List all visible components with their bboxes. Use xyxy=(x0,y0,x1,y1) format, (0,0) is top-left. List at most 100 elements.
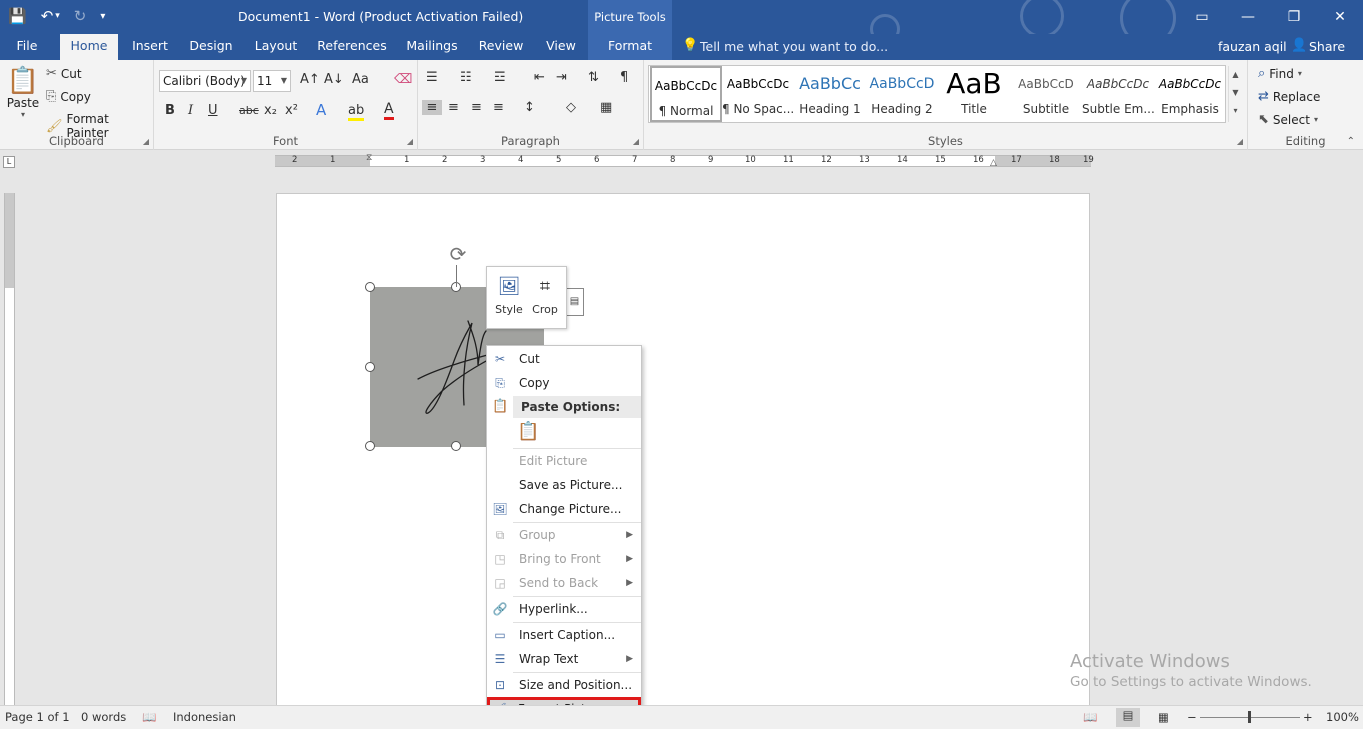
style-normal[interactable]: AaBbCcDc ¶ Normal xyxy=(650,66,722,122)
word-count[interactable]: 0 words xyxy=(81,710,126,724)
tab-design[interactable]: Design xyxy=(184,34,238,60)
resize-handle-s[interactable] xyxy=(451,441,461,451)
show-formatting-icon[interactable]: ¶ xyxy=(620,70,628,85)
shrink-font-icon[interactable]: A↓ xyxy=(324,72,344,87)
highlight-icon[interactable]: ab xyxy=(348,103,365,121)
language-indicator[interactable]: Indonesian xyxy=(173,710,236,724)
replace-button[interactable]: ⇄ Replace xyxy=(1258,89,1320,104)
menu-item-size-and-position[interactable]: ⊡ Size and Position... xyxy=(487,673,641,697)
share-button[interactable]: Share xyxy=(1309,39,1345,54)
dialog-launcher-icon[interactable]: ◢ xyxy=(633,137,639,146)
customize-qat-icon[interactable]: ▾ xyxy=(100,11,105,22)
find-button[interactable]: ⌕ Find ▾ xyxy=(1258,66,1302,81)
print-layout-icon[interactable]: ▤ xyxy=(1116,708,1140,727)
undo-icon[interactable]: ↶ xyxy=(41,7,54,25)
style-button[interactable]: 🖼 Style xyxy=(491,273,527,316)
menu-item-cut[interactable]: ✂ Cut xyxy=(487,347,641,371)
tab-review[interactable]: Review xyxy=(474,34,528,60)
line-spacing-icon[interactable]: ↕ xyxy=(524,100,535,115)
tab-insert[interactable]: Insert xyxy=(126,34,174,60)
tab-format[interactable]: Format xyxy=(588,34,672,60)
layout-options-icon[interactable]: ▤ xyxy=(565,288,584,316)
font-size-combo[interactable]: 11 ▼ xyxy=(253,70,291,92)
justify-icon[interactable]: ≡ xyxy=(493,100,504,115)
styles-scroll[interactable]: ▲ ▼ ▾ xyxy=(1228,66,1242,122)
style-title[interactable]: AaB Title xyxy=(938,66,1010,122)
vertical-ruler[interactable] xyxy=(4,193,15,705)
align-right-icon[interactable]: ≡ xyxy=(471,100,482,115)
horizontal-ruler[interactable]: 2 1 1 2 3 4 5 6 7 8 9 10 11 12 13 14 15 … xyxy=(275,153,1094,168)
read-mode-icon[interactable]: 📖 xyxy=(1083,710,1097,724)
maximize-icon[interactable]: ❐ xyxy=(1271,0,1317,34)
font-name-combo[interactable]: Calibri (Body) ▼ xyxy=(159,70,251,92)
style-subtitle[interactable]: AaBbCcD Subtitle xyxy=(1010,66,1082,122)
grow-font-icon[interactable]: A↑ xyxy=(300,72,320,87)
superscript-icon[interactable]: x² xyxy=(285,103,298,118)
undo-dropdown-icon[interactable]: ▾ xyxy=(55,11,60,21)
document-page[interactable] xyxy=(276,193,1090,708)
tab-selector[interactable]: L xyxy=(3,156,15,168)
select-button[interactable]: ⬉ Select ▾ xyxy=(1258,112,1318,127)
zoom-out-button[interactable]: − xyxy=(1187,710,1197,724)
numbering-icon[interactable]: ☷ xyxy=(460,70,472,85)
tell-me-search[interactable]: Tell me what you want to do... xyxy=(700,39,888,54)
collapse-ribbon-icon[interactable]: ⌃ xyxy=(1347,136,1355,147)
increase-indent-icon[interactable]: ⇥ xyxy=(556,70,567,85)
zoom-slider-thumb[interactable] xyxy=(1248,711,1251,723)
zoom-level[interactable]: 100% xyxy=(1326,710,1359,724)
cut-button[interactable]: ✂ Cut xyxy=(46,66,82,81)
menu-item-save-as-picture[interactable]: Save as Picture... xyxy=(487,473,641,497)
decrease-indent-icon[interactable]: ⇤ xyxy=(534,70,545,85)
multilevel-list-icon[interactable]: ☲ xyxy=(494,70,506,85)
sort-icon[interactable]: ⇅ xyxy=(588,70,599,85)
font-color-icon[interactable]: A xyxy=(384,101,394,120)
dialog-launcher-icon[interactable]: ◢ xyxy=(1237,137,1243,146)
bold-icon[interactable]: B xyxy=(165,103,175,118)
ribbon-display-options-icon[interactable]: ▭ xyxy=(1179,0,1225,34)
style-heading-2[interactable]: AaBbCcD Heading 2 xyxy=(866,66,938,122)
style-no-spacing[interactable]: AaBbCcDc ¶ No Spac... xyxy=(722,66,794,122)
menu-item-hyperlink[interactable]: 🔗 Hyperlink... xyxy=(487,597,641,621)
resize-handle-sw[interactable] xyxy=(365,441,375,451)
redo-icon[interactable]: ↻ xyxy=(74,7,87,25)
strikethrough-icon[interactable]: abc xyxy=(239,104,259,117)
clear-formatting-icon[interactable]: ⌫ xyxy=(394,72,412,87)
align-left-icon[interactable]: ≡ xyxy=(422,100,442,115)
paste-keep-source-icon[interactable]: 📋 xyxy=(517,420,541,444)
copy-button[interactable]: ⎘ Copy xyxy=(46,89,91,104)
tab-mailings[interactable]: Mailings xyxy=(400,34,464,60)
save-icon[interactable]: 💾 xyxy=(8,7,27,25)
close-icon[interactable]: ✕ xyxy=(1317,0,1363,34)
indent-marker-icon[interactable]: ⧖ xyxy=(366,153,372,163)
tab-view[interactable]: View xyxy=(538,34,584,60)
tab-file[interactable]: File xyxy=(8,34,46,60)
paste-button[interactable]: 📋 Paste ▾ xyxy=(6,66,40,119)
change-case-icon[interactable]: Aa xyxy=(352,72,369,87)
italic-icon[interactable]: I xyxy=(188,103,193,118)
borders-icon[interactable]: ▦ xyxy=(600,100,612,115)
dialog-launcher-icon[interactable]: ◢ xyxy=(407,137,413,146)
underline-icon[interactable]: U xyxy=(208,103,218,118)
shading-icon[interactable]: ◇ xyxy=(566,100,576,115)
proofing-icon[interactable]: 📖 xyxy=(142,710,156,724)
subscript-icon[interactable]: x₂ xyxy=(264,103,277,118)
resize-handle-w[interactable] xyxy=(365,362,375,372)
style-heading-1[interactable]: AaBbCc Heading 1 xyxy=(794,66,866,122)
crop-button[interactable]: ⌗ Crop xyxy=(527,273,563,316)
bullets-icon[interactable]: ☰ xyxy=(426,70,438,85)
align-center-icon[interactable]: ≡ xyxy=(448,100,459,115)
menu-item-wrap-text[interactable]: ☰ Wrap Text ▶ xyxy=(487,647,641,671)
rotate-handle-icon[interactable]: ⟳ xyxy=(446,242,470,266)
menu-item-change-picture[interactable]: 🖼 Change Picture... xyxy=(487,497,641,521)
web-layout-icon[interactable]: ▦ xyxy=(1158,710,1169,724)
menu-item-insert-caption[interactable]: ▭ Insert Caption... xyxy=(487,623,641,647)
tab-references[interactable]: References xyxy=(314,34,390,60)
resize-handle-nw[interactable] xyxy=(365,282,375,292)
user-name[interactable]: fauzan aqil xyxy=(1218,39,1287,54)
menu-item-copy[interactable]: ⎘ Copy xyxy=(487,371,641,395)
zoom-in-button[interactable]: + xyxy=(1303,710,1313,724)
text-effects-icon[interactable]: A xyxy=(316,101,326,119)
tab-home[interactable]: Home xyxy=(60,34,118,60)
minimize-icon[interactable]: — xyxy=(1225,0,1271,34)
right-indent-marker-icon[interactable]: △ xyxy=(990,158,997,168)
